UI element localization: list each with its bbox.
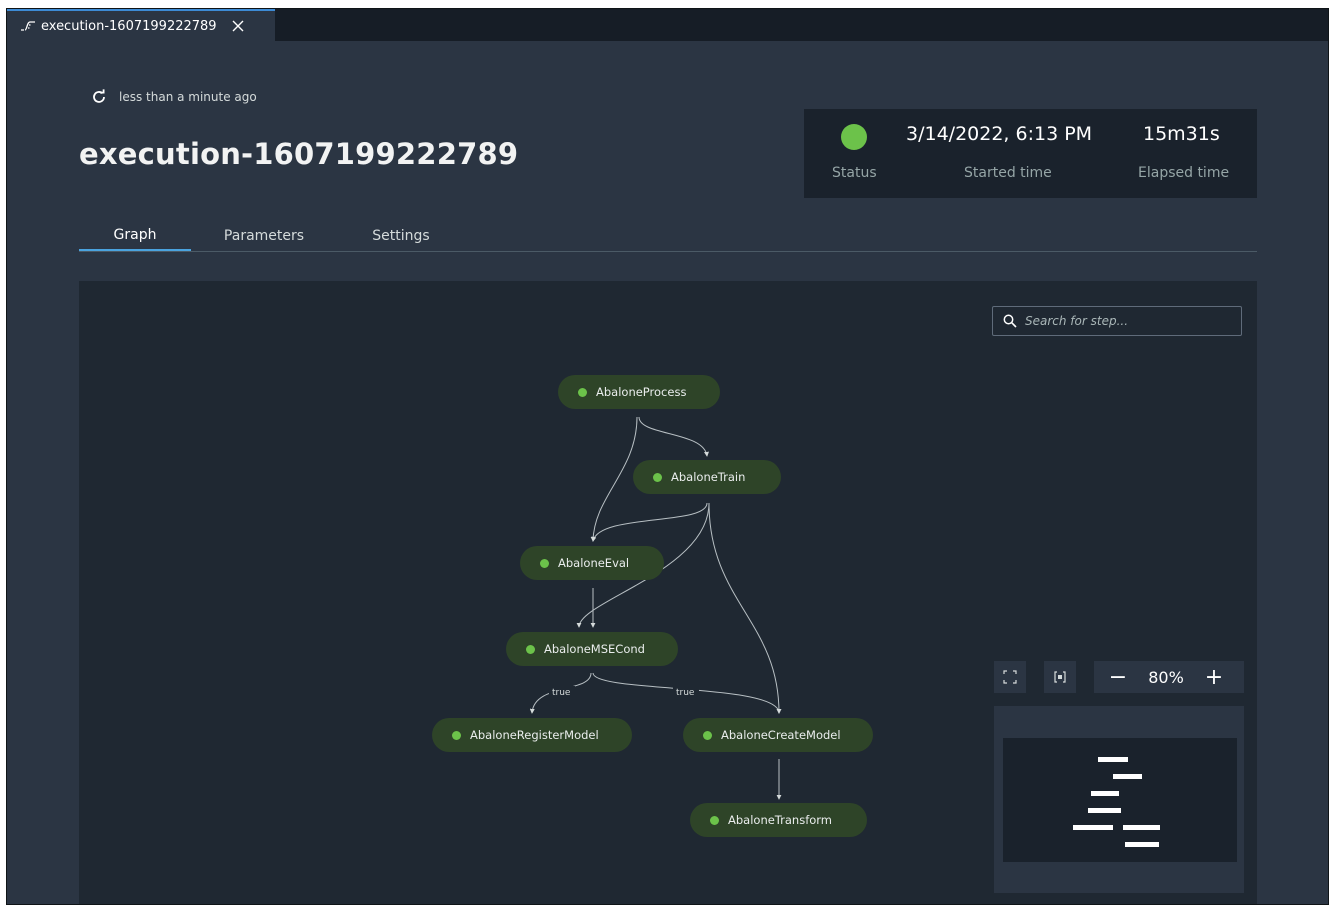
graph-node[interactable]: AbaloneRegisterModel [432,718,632,752]
started-time-label: Started time [964,165,1052,181]
edge-label-true: true [676,688,695,698]
editor-window: execution-1607199222789 less than a minu… [6,8,1329,905]
minimap-node [1123,825,1160,830]
pipeline-graph-canvas[interactable]: true true AbaloneProcess AbaloneTrain Ab… [79,281,1257,904]
execution-tabs: Graph Parameters Settings [79,221,1257,252]
step-status-dot [710,815,719,825]
minimap-node [1125,842,1159,847]
execution-tab-title: execution-1607199222789 [41,18,217,34]
graph-node-label: AbaloneRegisterModel [470,728,599,742]
minimap-node [1091,791,1119,796]
minimap-viewport[interactable] [1003,738,1237,862]
graph-node-label: AbaloneTrain [671,470,746,484]
status-indicator [841,124,867,150]
fit-to-screen-button[interactable] [994,661,1026,693]
edge-process-train [638,416,709,457]
graph-node-label: AbaloneEval [558,556,630,570]
graph-node-label: AbaloneProcess [596,385,687,399]
graph-node-label: AbaloneTransform [728,813,833,827]
status-label: Status [832,165,877,181]
edge-train-createmodel [708,502,782,714]
graph-node[interactable]: AbaloneProcess [558,375,720,409]
zoom-in-button[interactable]: + [1190,661,1238,693]
last-refreshed-text: less than a minute ago [119,90,257,104]
edge-train-eval [591,502,708,542]
editor-tab-bar: execution-1607199222789 [7,9,1328,41]
minimap-node [1098,757,1128,762]
graph-node[interactable]: AbaloneEval [520,546,664,580]
edge-process-eval [590,416,638,542]
pipeline-icon [21,21,35,31]
refresh-row: less than a minute ago [91,89,257,105]
step-status-dot [526,644,535,654]
refresh-icon[interactable] [91,89,107,105]
minimap[interactable] [994,706,1244,893]
graph-node[interactable]: AbaloneTransform [690,803,867,837]
zoom-level: 80% [1148,667,1184,687]
step-status-dot [653,472,662,482]
graph-node[interactable]: AbaloneTrain [633,460,781,494]
zoom-controls: − 80% + [1094,661,1244,693]
graph-node[interactable]: AbaloneCreateModel [683,718,873,752]
execution-tab[interactable]: execution-1607199222789 [7,9,275,41]
step-status-dot [452,730,461,740]
tab-parameters[interactable]: Parameters [214,221,314,251]
graph-node-label: AbaloneCreateModel [721,728,841,742]
fit-to-screen-icon [1003,670,1017,684]
step-status-dot [540,558,549,568]
started-time-value: 3/14/2022, 6:13 PM [906,123,1093,145]
zoom-out-button[interactable]: − [1094,661,1142,693]
center-view-button[interactable] [1044,661,1076,693]
graph-node[interactable]: AbaloneMSECond [506,632,678,666]
elapsed-time-value: 15m31s [1143,123,1220,145]
minimap-node [1113,774,1142,779]
close-icon[interactable] [231,19,245,33]
center-view-icon [1054,671,1066,683]
page-title: execution-1607199222789 [79,137,519,171]
elapsed-time-label: Elapsed time [1138,165,1230,181]
tab-settings[interactable]: Settings [361,221,441,251]
step-status-dot [703,730,712,740]
edge-label-true: true [552,688,571,698]
execution-summary-panel: Status 3/14/2022, 6:13 PM Started time 1… [804,109,1257,198]
tab-graph[interactable]: Graph [79,221,191,251]
step-status-dot [578,387,587,397]
graph-node-label: AbaloneMSECond [544,642,645,656]
minimap-node [1088,808,1121,813]
minimap-node [1073,825,1113,830]
